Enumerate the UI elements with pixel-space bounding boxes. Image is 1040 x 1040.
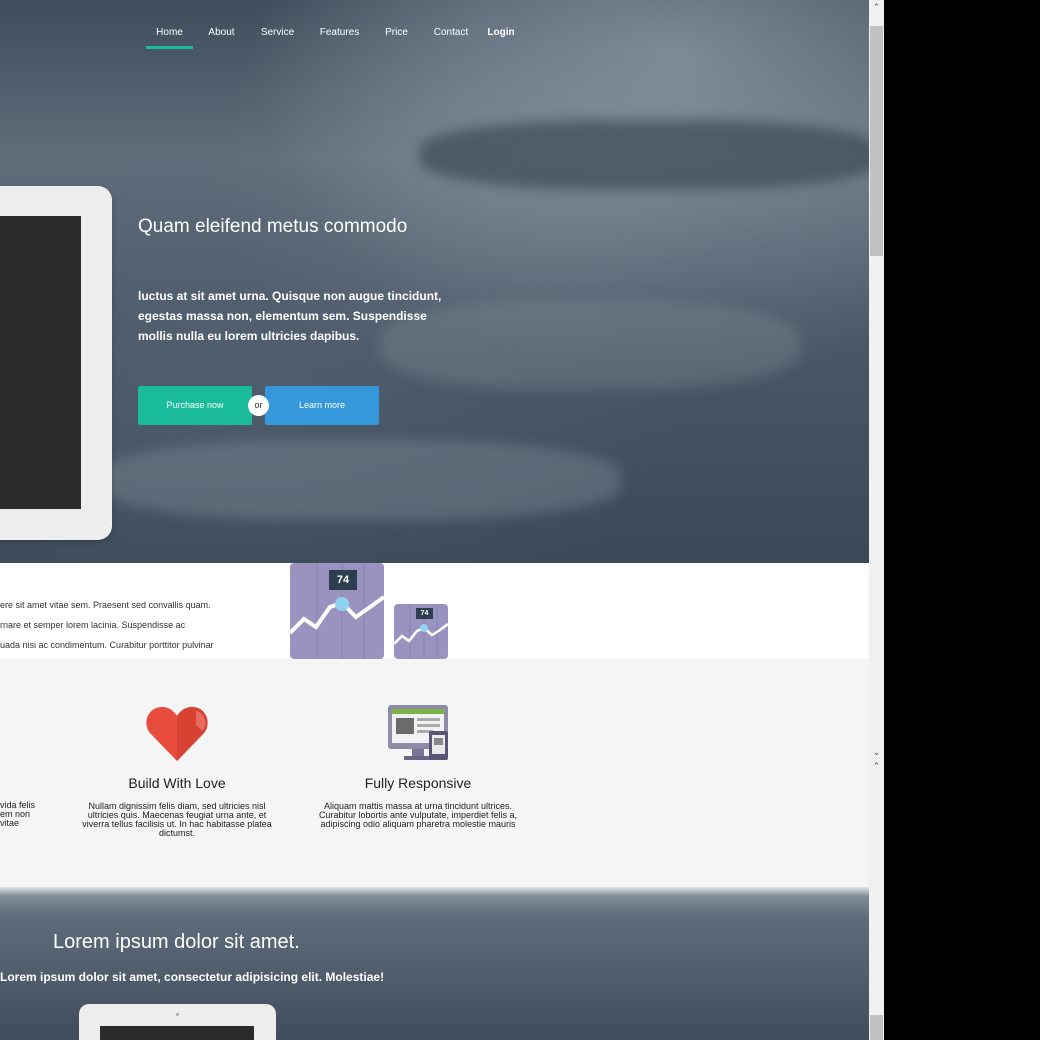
chart-value-badge: 74: [416, 608, 433, 619]
intro-strip: ere sit amet vitae sem. Praesent sed con…: [0, 563, 869, 659]
tablet-mockup: [0, 186, 112, 540]
purchase-now-button[interactable]: Purchase now: [138, 386, 252, 425]
fragment-line: vitae: [0, 818, 20, 828]
cta-section: Lorem ipsum dolor sit amet. Lorem ipsum …: [0, 887, 869, 1040]
nav-item-contact[interactable]: Contact: [419, 18, 483, 48]
scroll-thumb[interactable]: [870, 26, 883, 256]
scroll-thumb[interactable]: [870, 1015, 883, 1040]
hero-title: Quam eleifend metus commodo: [138, 216, 408, 237]
tablet-screen: [0, 216, 81, 509]
nav-item-service[interactable]: Service: [250, 18, 305, 48]
chart-value-badge: 74: [329, 570, 357, 590]
tablet-mockup: [79, 1004, 276, 1040]
hero-text: luctus at sit amet urna. Quisque non aug…: [138, 289, 442, 343]
strip-text-line: ere sit amet vitae sem. Praesent sed con…: [0, 600, 211, 610]
chart-illustration-small: 74: [394, 604, 448, 659]
hero-bg-shape: [100, 440, 620, 520]
scroll-up-arrow-icon[interactable]: ⌃: [869, 0, 884, 14]
feature-text-love: Nullam dignissim felis diam, sed ultrici…: [82, 801, 272, 838]
heart-icon: [146, 707, 208, 761]
nav-item-about[interactable]: About: [193, 18, 250, 48]
scroll-up-arrow-icon[interactable]: ⌃: [869, 759, 884, 773]
feature-text-fragment: vida felis em non vitae: [0, 801, 40, 828]
nav-item-home[interactable]: Home: [146, 18, 193, 49]
login-link[interactable]: Login: [483, 18, 519, 48]
nav-item-price[interactable]: Price: [374, 18, 419, 48]
feature-title-responsive: Fully Responsive: [364, 775, 472, 791]
hero-bg-shape: [420, 120, 869, 190]
responsive-devices-icon: [388, 705, 448, 760]
feature-title-love: Build With Love: [128, 775, 226, 791]
strip-text-line: uada nisi ac condimentum. Curabitur port…: [0, 640, 214, 650]
learn-more-button[interactable]: Learn more: [265, 386, 379, 425]
tablet-screen: [100, 1026, 254, 1040]
nav-item-features[interactable]: Features: [305, 18, 374, 48]
scroll-down-arrow-icon[interactable]: ⌄: [869, 745, 884, 759]
hero-section: Home About Service Features Price Contac…: [0, 0, 869, 563]
strip-text-line: rnare et semper lorem lacinia. Suspendis…: [0, 620, 186, 630]
tablet-camera: [176, 1013, 179, 1016]
cta-title: Lorem ipsum dolor sit amet.: [53, 931, 300, 953]
or-separator: or: [248, 395, 269, 416]
cta-subtitle: Lorem ipsum dolor sit amet, consectetur …: [0, 970, 385, 984]
page-viewport: Home About Service Features Price Contac…: [0, 0, 869, 1040]
chart-illustration-large: 74: [290, 563, 384, 659]
features-section: vida felis em non vitae Build With Love …: [0, 659, 869, 887]
scrollbar[interactable]: ⌃ ⌄ ⌃: [869, 0, 884, 1040]
feature-text-responsive: Aliquam mattis massa at urna tincidunt u…: [318, 801, 518, 829]
main-nav: Home About Service Features Price Contac…: [146, 18, 519, 50]
